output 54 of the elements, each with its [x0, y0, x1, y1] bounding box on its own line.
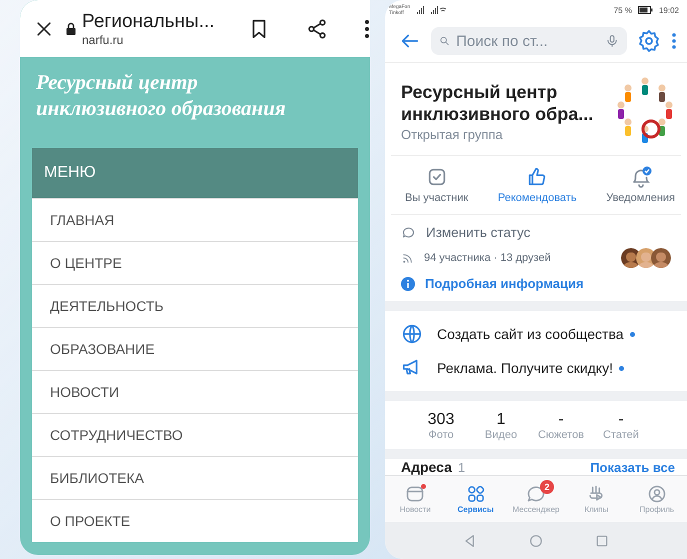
menu-item[interactable]: О ПРОЕКТЕ: [32, 499, 358, 542]
counter-value[interactable]: -: [618, 411, 624, 429]
nav-tab[interactable]: 2 Мессенджер: [506, 476, 566, 522]
lock-icon: [66, 22, 76, 35]
promo-link[interactable]: Реклама. Получите скидку!: [437, 360, 613, 376]
member-action-button[interactable]: Вы участник: [405, 166, 468, 204]
unread-count: 2: [540, 480, 554, 494]
menu-header: МЕНЮ: [32, 148, 358, 198]
nav-tab[interactable]: Сервисы: [445, 476, 506, 522]
menu-item[interactable]: СОТРУДНИЧЕСТВО: [32, 413, 358, 456]
search-bar[interactable]: Поиск по ст...: [431, 27, 627, 55]
share-icon: [306, 18, 328, 40]
like-action-button[interactable]: Рекомендовать: [498, 166, 577, 204]
show-all-link[interactable]: Показать все: [590, 460, 675, 475]
home-nav-icon: [528, 532, 544, 548]
profile-icon: [646, 484, 667, 504]
battery-level: 75 %: [614, 6, 632, 14]
chat-bubble-icon: [526, 484, 546, 504]
page-title: Региональны...: [82, 10, 216, 32]
battery-icon: [638, 6, 653, 14]
signal-icon: [416, 6, 446, 14]
settings-icon: [637, 29, 661, 53]
clock: 19:02: [658, 6, 679, 14]
menu-item[interactable]: О ЦЕНТРЕ: [32, 241, 358, 284]
page-url: narfu.ru: [82, 32, 124, 46]
microphone-icon: [604, 32, 619, 50]
menu-item[interactable]: НОВОСТИ: [32, 370, 358, 413]
counter-value[interactable]: 303: [428, 411, 454, 429]
status-link[interactable]: Изменить статус: [426, 225, 530, 240]
menu-item[interactable]: ДЕЯТЕЛЬНОСТЬ: [32, 284, 358, 327]
group-name: Ресурсный центр инклюзивного обра...: [401, 80, 594, 124]
site-title: Ресурсный центр инклюзивного образования: [35, 69, 286, 121]
menu-item[interactable]: БИБЛИОТЕКА: [32, 456, 358, 499]
more-icon[interactable]: [364, 18, 370, 38]
section-title: Адреса: [401, 459, 452, 475]
menu-item[interactable]: ГЛАВНАЯ: [32, 198, 358, 241]
members-count[interactable]: 94 участника · 13 друзей: [424, 252, 551, 264]
bell-action-button[interactable]: Уведомления: [606, 166, 675, 204]
speech-bubble-icon: [401, 225, 416, 240]
newspaper-icon: [405, 484, 426, 504]
promo-link[interactable]: Создать сайт из сообщества: [437, 326, 624, 342]
address-count: 1: [458, 460, 466, 475]
menu-item[interactable]: ОБРАЗОВАНИЕ: [32, 327, 358, 370]
rss-icon: [401, 252, 414, 264]
search-field[interactable]: Поиск по ст...: [456, 32, 599, 50]
search-icon: [439, 34, 450, 48]
recents-nav-icon: [594, 532, 610, 548]
grid-icon: [466, 484, 486, 504]
details-link[interactable]: Подробная информация: [425, 276, 584, 291]
counter-value[interactable]: 1: [496, 411, 506, 429]
counter-value[interactable]: -: [558, 411, 564, 429]
globe-icon: [401, 323, 423, 345]
info-icon: [401, 276, 415, 290]
group-type: Открытая группа: [401, 126, 504, 142]
